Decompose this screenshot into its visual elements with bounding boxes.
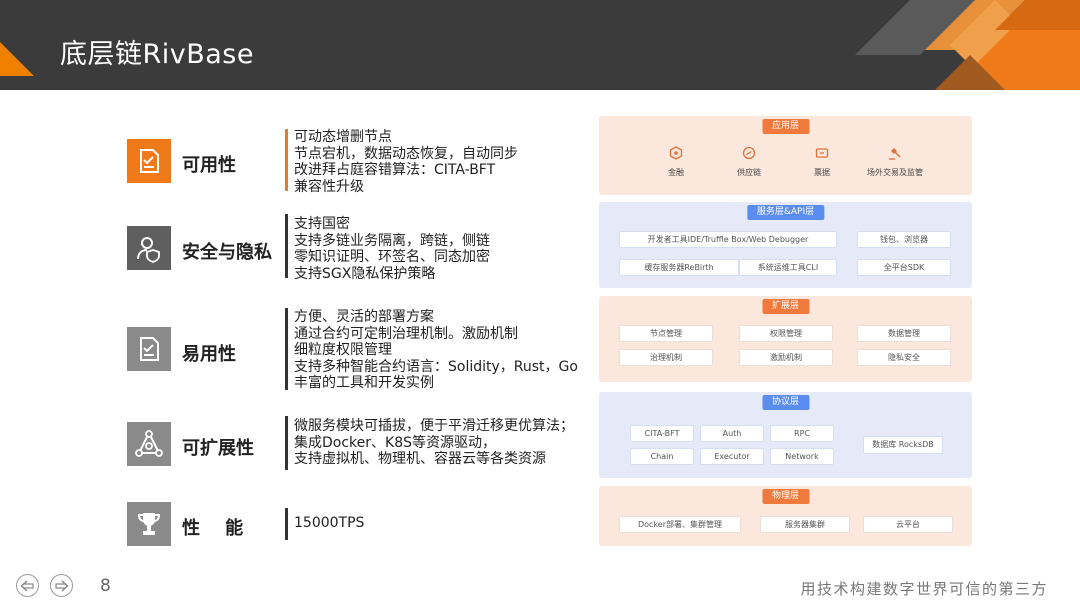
user-shield-icon (127, 226, 171, 270)
gavel-icon (889, 148, 901, 160)
supply-chain-icon (742, 146, 756, 160)
feature-line: 方便、灵活的部署方案 (294, 309, 434, 325)
extension-box: 激励机制 (739, 349, 833, 366)
app-item-ticket: 票据 (787, 146, 857, 178)
protocol-db-box: 数据库 RocksDB (863, 436, 943, 454)
feature-divider (285, 129, 288, 191)
service-box: 开发者工具IDE/Truffle Box/Web Debugger (619, 231, 837, 248)
feature-label: 可用性 (182, 155, 236, 176)
protocol-box: Chain (630, 448, 694, 465)
feature-line: 微服务模块可插拔，便于平滑迁移更优算法； (294, 418, 574, 434)
app-item-otc: 场外交易及监管 (860, 146, 930, 178)
protocol-box: Executor (700, 448, 764, 465)
feature-label: 可扩展性 (182, 438, 254, 459)
feature-line: 细粒度权限管理 (294, 342, 392, 358)
feature-line: 支持多种智能合约语言：Solidity，Rust，Go (294, 358, 578, 375)
layer-tag: 扩展层 (761, 299, 810, 314)
feature-line: 可动态增删节点 (294, 129, 392, 145)
extension-box: 隐私安全 (857, 349, 951, 366)
service-box: 缓存服务器ReBirth (619, 259, 739, 276)
feature-divider (285, 508, 288, 540)
feature-divider (285, 416, 288, 470)
app-layer: 应用层 金融 供应链 票据 场外交易及监管 (599, 116, 972, 195)
extension-box: 治理机制 (619, 349, 713, 366)
prev-slide-button[interactable] (16, 574, 39, 597)
ticket-icon (815, 148, 829, 158)
feature-line: 支持虚拟机、物理机、容器云等各类资源 (294, 451, 546, 467)
service-layer: 服务层&API层 开发者工具IDE/Truffle Box/Web Debugg… (599, 202, 972, 288)
feature-description: 微服务模块可插拔，便于平滑迁移更优算法； 集成Docker、K8S等资源驱动， … (294, 418, 574, 468)
feature-description: 可动态增删节点 节点宕机，数据动态恢复，自动同步 改进拜占庭容错算法：CITA-… (294, 129, 518, 195)
feature-divider (285, 214, 288, 278)
checklist-icon (127, 327, 171, 371)
feature-line: 通过合约可定制治理机制。激励机制 (294, 325, 518, 342)
feature-scalability: 可扩展性 微服务模块可插拔，便于平滑迁移更优算法； 集成Docker、K8S等资… (127, 416, 587, 470)
extension-layer: 扩展层 节点管理 权限管理 数据管理 治理机制 激励机制 隐私安全 (599, 296, 972, 382)
feature-line: 支持多链业务隔离，跨链，侧链 (294, 232, 490, 249)
feature-usability: 易用性 方便、灵活的部署方案 通过合约可定制治理机制。激励机制 细粒度权限管理 … (127, 308, 587, 392)
slogan: 用技术构建数字世界可信的第三方 (800, 580, 1048, 598)
feature-performance: 性 能 15000TPS (127, 502, 587, 546)
service-box: 系统运维工具CLI (739, 259, 837, 276)
protocol-layer: 协议层 CITA-BFT Auth RPC Chain Executor Net… (599, 392, 972, 478)
next-slide-button[interactable] (50, 574, 73, 597)
header-decoration (855, 0, 1080, 90)
physical-box: 云平台 (863, 516, 953, 533)
feature-line: 支持国密 (294, 216, 350, 232)
feature-label: 性 能 (182, 518, 244, 539)
slide-header: 底层链RivBase (0, 0, 1080, 90)
feature-line: 支持SGX隐私保护策略 (294, 265, 436, 282)
feature-line: 改进拜占庭容错算法：CITA-BFT (294, 162, 496, 178)
physical-box: Docker部署、集群管理 (619, 516, 741, 533)
header-left-accent (0, 42, 34, 76)
app-item-supply-chain: 供应链 (714, 146, 784, 178)
extension-box: 数据管理 (857, 325, 951, 342)
feature-description: 15000TPS (294, 515, 364, 532)
feature-line: 节点宕机，数据动态恢复，自动同步 (294, 145, 518, 162)
feature-availability: 可用性 可动态增删节点 节点宕机，数据动态恢复，自动同步 改进拜占庭容错算法：C… (127, 129, 587, 195)
feature-line: 零知识证明、环签名、同态加密 (294, 249, 490, 265)
checklist-icon (127, 139, 171, 183)
slide-title: 底层链RivBase (60, 39, 254, 70)
layer-tag: 应用层 (761, 119, 810, 134)
feature-line: 兼容性升级 (294, 178, 364, 195)
finance-icon (669, 146, 683, 160)
layer-tag: 物理层 (761, 489, 810, 504)
app-item-label: 场外交易及监管 (867, 168, 923, 177)
page-number: 8 (100, 576, 111, 596)
network-icon (127, 422, 171, 466)
app-item-label: 票据 (814, 168, 830, 177)
app-item-label: 供应链 (737, 168, 761, 177)
feature-description: 方便、灵活的部署方案 通过合约可定制治理机制。激励机制 细粒度权限管理 支持多种… (294, 309, 578, 392)
feature-security: 安全与隐私 支持国密 支持多链业务隔离，跨链，侧链 零知识证明、环签名、同态加密… (127, 214, 587, 282)
arrow-left-icon (20, 579, 34, 592)
protocol-box: Network (770, 448, 834, 465)
feature-line: 丰富的工具和开发实例 (294, 375, 434, 391)
arrow-right-icon (55, 579, 69, 592)
extension-box: 节点管理 (619, 325, 713, 342)
extension-box: 权限管理 (739, 325, 833, 342)
service-box: 钱包、浏览器 (857, 231, 951, 248)
app-item-label: 金融 (668, 168, 684, 177)
feature-line: 集成Docker、K8S等资源驱动， (294, 434, 496, 451)
feature-divider (285, 308, 288, 390)
app-item-finance: 金融 (641, 146, 711, 178)
protocol-box: CITA-BFT (630, 425, 694, 442)
layer-tag: 协议层 (761, 395, 810, 410)
protocol-box: Auth (700, 425, 764, 442)
physical-box: 服务器集群 (760, 516, 850, 533)
feature-description: 支持国密 支持多链业务隔离，跨链，侧链 零知识证明、环签名、同态加密 支持SGX… (294, 216, 490, 282)
physical-layer: 物理层 Docker部署、集群管理 服务器集群 云平台 (599, 486, 972, 546)
layer-tag: 服务层&API层 (746, 205, 825, 220)
service-box: 全平台SDK (857, 259, 951, 276)
feature-label: 安全与隐私 (182, 242, 272, 263)
feature-label: 易用性 (182, 344, 236, 365)
feature-line: 15000TPS (294, 515, 365, 531)
protocol-box: RPC (770, 425, 834, 442)
trophy-icon (127, 502, 171, 546)
